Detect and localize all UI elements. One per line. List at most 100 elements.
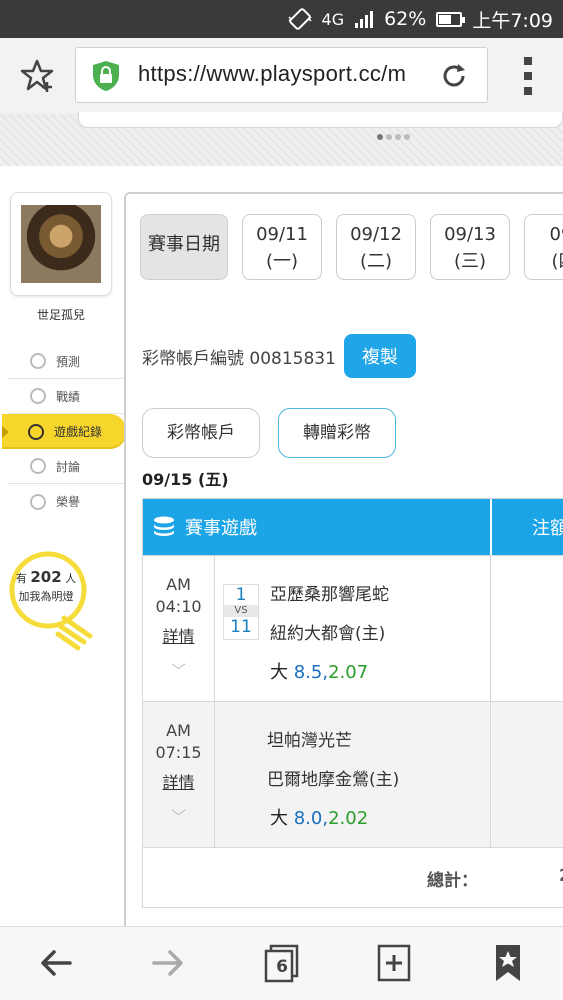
tab-count: 6	[276, 957, 288, 977]
team-away: 亞歷桑那響尾蛇	[270, 585, 389, 605]
status-bar: 4G 62% 上午7:09	[0, 0, 563, 38]
total-row: 總計： 2	[143, 847, 563, 907]
weekday-text: (四	[551, 251, 563, 272]
date-text: 09/	[549, 224, 563, 245]
details-link[interactable]: 詳情	[143, 626, 214, 648]
account-number-row: 彩幣帳戶編號 00815831 複製	[142, 334, 416, 378]
bet-selection: 大 8.5,2.07	[270, 658, 368, 684]
avatar[interactable]	[10, 192, 112, 296]
game-clock: 07:15	[155, 743, 202, 762]
new-tab-icon[interactable]	[374, 943, 414, 983]
vs-label: VS	[224, 605, 258, 617]
fans-badge[interactable]: 有 202 人 加我為明燈	[6, 568, 86, 606]
date-button[interactable]: 09/12 (二)	[336, 214, 416, 280]
game-time: AM 07:15 詳情 ⌵	[143, 702, 215, 847]
ring-icon	[28, 423, 44, 440]
weekday-text: (三)	[453, 251, 487, 272]
bet-selection: 大 8.0,2.02	[270, 804, 368, 830]
bet-type: 大	[270, 808, 288, 829]
fans-text: 加我為明燈	[18, 590, 74, 603]
header-card-edge	[78, 112, 563, 128]
team-home: 紐約大都會(主)	[270, 624, 386, 644]
pager-dots[interactable]	[377, 134, 410, 140]
game-log-table: 賽事遊戲 注額 AM 04:10 詳情 ⌵ 1 VS 11 亞歷桑那響尾蛇 紐約…	[142, 498, 563, 908]
tab-coin-account[interactable]: 彩幣帳戶	[142, 408, 260, 458]
browser-bottom-bar: 6	[0, 926, 563, 1000]
sidebar-item-label: 榮譽	[56, 495, 81, 509]
bet-odds: 2.07	[328, 662, 369, 683]
bet-line: 8.0,	[293, 808, 329, 829]
main-panel: 賽事日期 09/11 (一) 09/12 (二) 09/13 (三) 09/ (…	[124, 192, 563, 926]
sidebar-item-label: 遊戲紀錄	[54, 425, 103, 439]
sidebar-item-label: 預測	[56, 354, 81, 369]
chevron-down-icon[interactable]: ⌵	[129, 800, 228, 822]
sidebar-item-discuss[interactable]: 討論	[8, 449, 126, 484]
back-arrow-icon[interactable]	[36, 943, 76, 983]
bookmarks-icon[interactable]	[488, 943, 528, 983]
signal-icon	[354, 10, 374, 28]
score-box: 1 VS 11	[223, 584, 259, 640]
game-ampm: AM	[166, 575, 191, 594]
sidebar-menu: 預測 戰績 遊戲紀錄 討論 榮譽	[2, 344, 126, 519]
game-time: AM 04:10 詳情 ⌵	[143, 556, 215, 701]
account-number: 彩幣帳戶編號 00815831	[142, 348, 336, 369]
database-icon	[154, 516, 174, 536]
battery-icon	[436, 11, 466, 27]
search-chat-icon	[30, 458, 46, 474]
date-text: 09/13	[444, 224, 496, 245]
sidebar-item-label: 戰績	[56, 389, 81, 404]
secure-lock-icon	[93, 61, 119, 91]
overflow-menu-icon[interactable]	[523, 56, 533, 96]
header-amount: 注額	[532, 518, 563, 539]
clock: 上午7:09	[472, 9, 553, 32]
copy-button[interactable]: 複製	[343, 334, 416, 378]
fans-suffix: 人	[65, 572, 77, 585]
tabs-button[interactable]: 6	[262, 943, 302, 983]
date-button[interactable]: 09/ (四	[524, 214, 563, 280]
table-row: AM 04:10 詳情 ⌵ 1 VS 11 亞歷桑那響尾蛇 紐約大都會(主) 大…	[143, 555, 563, 701]
vibrate-icon	[287, 7, 312, 31]
total-label: 總計：	[427, 871, 478, 891]
battery-percent: 62%	[384, 8, 427, 30]
game-ampm: AM	[166, 721, 191, 740]
fans-count: 202	[30, 568, 62, 586]
account-tabs: 彩幣帳戶 轉贈彩幣	[142, 408, 396, 458]
details-link[interactable]: 詳情	[143, 772, 214, 794]
table-header: 賽事遊戲 注額	[143, 499, 563, 555]
bet-odds: 2.02	[328, 808, 369, 829]
reload-icon[interactable]	[439, 61, 469, 91]
browser-toolbar: https://www.playsport.cc/m	[0, 38, 563, 114]
chat-icon	[30, 388, 46, 404]
address-bar[interactable]: https://www.playsport.cc/m	[75, 47, 488, 103]
page-header-strip	[0, 112, 563, 166]
username[interactable]: 世足孤兒	[0, 306, 122, 323]
date-selector: 賽事日期 09/11 (一) 09/12 (二) 09/13 (三) 09/ (…	[140, 214, 563, 280]
forward-arrow-icon[interactable]	[148, 943, 188, 983]
game-clock: 04:10	[155, 597, 202, 616]
sidebar-item-label: 討論	[56, 459, 81, 474]
fans-prefix: 有	[15, 572, 27, 585]
sidebar-item-predict[interactable]: 預測	[8, 344, 126, 379]
date-text: 09/12	[350, 224, 402, 245]
trophy-icon	[30, 493, 46, 510]
date-button[interactable]: 09/11 (一)	[242, 214, 322, 280]
bet-line: 8.5,	[293, 662, 329, 683]
profile-sidebar: 世足孤兒 預測 戰績 遊戲紀錄 討論 榮譽 有 202 人 加我為明燈	[0, 166, 126, 926]
weekday-text: (二)	[359, 251, 393, 272]
section-date: 09/15 (五)	[142, 470, 229, 489]
sidebar-item-game-log[interactable]: 遊戲紀錄	[2, 414, 126, 449]
table-row: AM 07:15 詳情 ⌵ 坦帕灣光芒 巴爾地摩金鶯(主) 大 8.0,2.02…	[143, 701, 563, 847]
date-button[interactable]: 09/13 (三)	[430, 214, 510, 280]
tab-transfer-coins[interactable]: 轉贈彩幣	[278, 408, 396, 458]
url-text[interactable]: https://www.playsport.cc/m	[138, 61, 438, 87]
chevron-down-icon[interactable]: ⌵	[129, 654, 228, 676]
sidebar-item-honor[interactable]: 榮譽	[8, 484, 126, 519]
sidebar-item-record[interactable]: 戰績	[8, 379, 126, 414]
bookmark-add-icon[interactable]	[20, 58, 56, 94]
score-home: 11	[230, 617, 252, 637]
team-home: 巴爾地摩金鶯(主)	[267, 770, 400, 790]
date-selector-label: 賽事日期	[140, 214, 228, 280]
score-away: 1	[235, 585, 247, 605]
header-game: 賽事遊戲	[185, 518, 257, 539]
team-away: 坦帕灣光芒	[267, 731, 352, 751]
